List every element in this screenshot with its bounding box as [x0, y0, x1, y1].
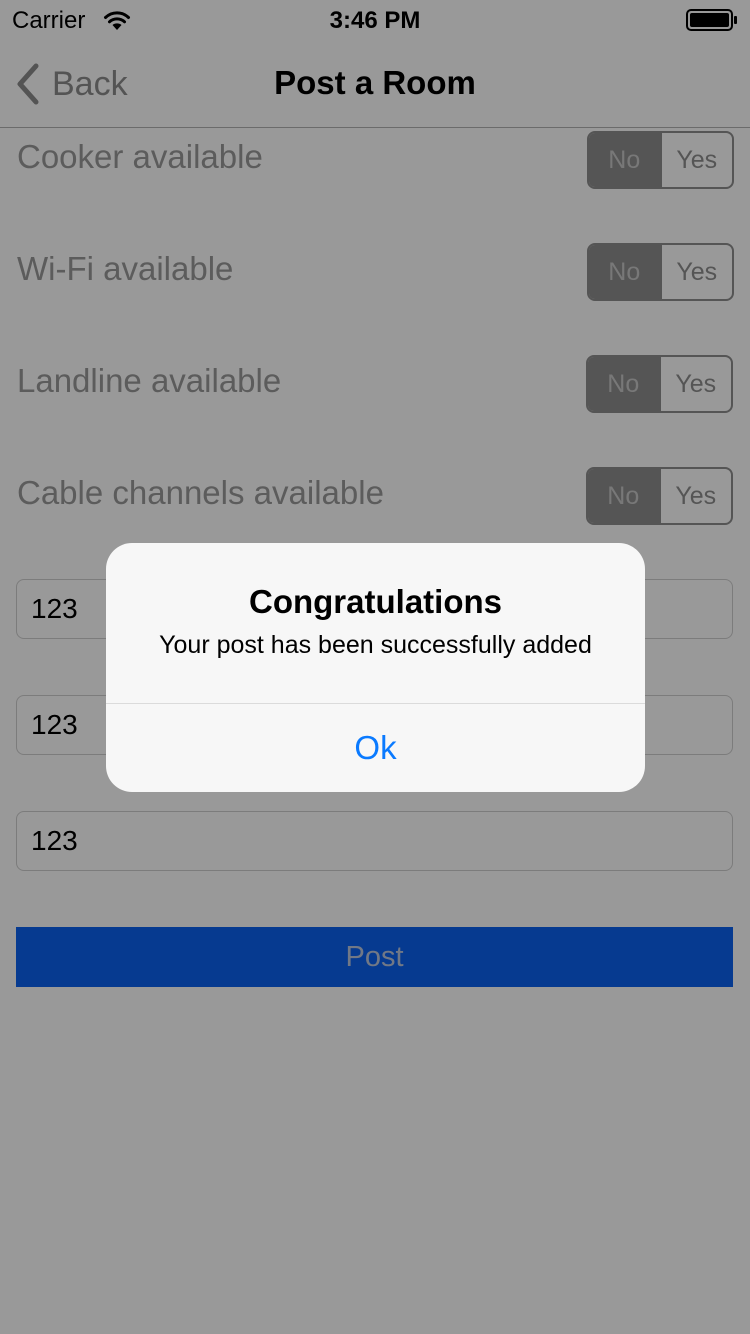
alert-ok-button[interactable]: Ok — [106, 704, 645, 792]
alert-message: Your post has been successfully added — [159, 631, 592, 659]
alert-title: Congratulations — [249, 583, 502, 620]
success-alert: Congratulations Your post has been succe… — [106, 543, 645, 792]
